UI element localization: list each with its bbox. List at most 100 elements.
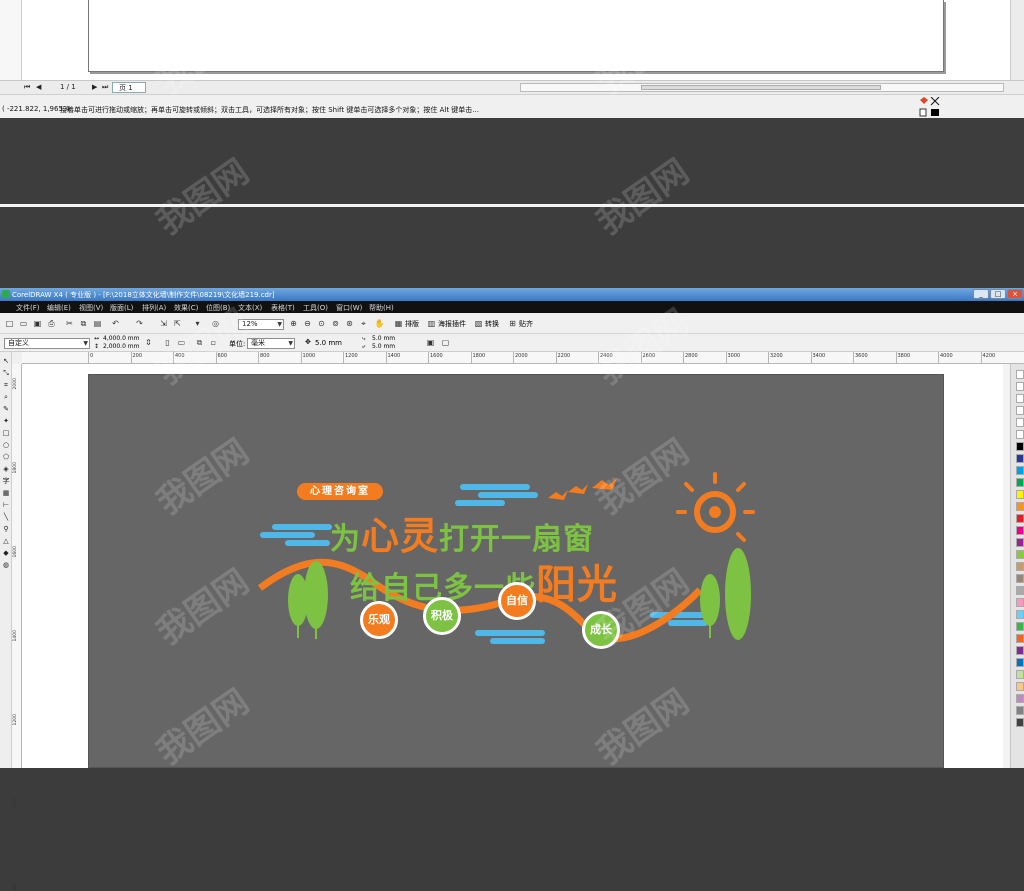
duplicate-x-field[interactable]: 5.0 mm xyxy=(372,335,395,342)
close-button[interactable]: × xyxy=(1007,289,1023,299)
menu-text[interactable]: 文本(X) xyxy=(238,303,262,313)
import-icon[interactable]: ⇲ xyxy=(158,318,169,329)
poster-plugin-icon[interactable]: ▥ xyxy=(426,318,437,329)
menu-tools[interactable]: 工具(O) xyxy=(303,303,328,313)
color-swatch[interactable] xyxy=(1016,502,1024,511)
maximize-button[interactable]: □ xyxy=(990,289,1006,299)
copy-icon[interactable]: ⧉ xyxy=(78,318,89,329)
color-swatch[interactable] xyxy=(1016,514,1024,523)
export-icon[interactable]: ⇱ xyxy=(172,318,183,329)
menu-bitmaps[interactable]: 位图(B) xyxy=(206,303,230,313)
minimize-button[interactable]: _ xyxy=(973,289,989,299)
menu-edit[interactable]: 编辑(E) xyxy=(47,303,71,313)
pick-tool-icon[interactable]: ↖ xyxy=(1,356,11,366)
snap-icon[interactable]: ⊞ xyxy=(507,318,518,329)
zoom-selected-icon[interactable]: ⊙ xyxy=(316,318,327,329)
duplicate-y-field[interactable]: 5.0 mm xyxy=(372,343,395,350)
page-width-field[interactable]: 4,000.0 mm xyxy=(103,335,140,342)
ellipse-tool-icon[interactable]: ○ xyxy=(1,440,11,450)
vertical-scrollbar[interactable] xyxy=(1003,364,1010,768)
color-swatch[interactable] xyxy=(1016,574,1024,583)
color-swatch[interactable] xyxy=(1016,670,1024,679)
scroll-thumb[interactable] xyxy=(641,85,881,90)
width-spinner[interactable]: ⇕ xyxy=(143,337,154,348)
color-swatch[interactable] xyxy=(1016,382,1024,391)
snap-button[interactable]: 贴齐 xyxy=(519,319,533,329)
horizontal-scrollbar[interactable] xyxy=(520,83,1004,92)
next-page-icon[interactable]: ▶ xyxy=(92,83,97,91)
menu-file[interactable]: 文件(F) xyxy=(16,303,40,313)
convert-icon[interactable]: ▧ xyxy=(473,318,484,329)
color-swatch[interactable] xyxy=(1016,586,1024,595)
color-swatch[interactable] xyxy=(1016,526,1024,535)
rectangle-tool-icon[interactable]: □ xyxy=(1,428,11,438)
connector-tool-icon[interactable]: ╲ xyxy=(1,512,11,522)
menu-table[interactable]: 表格(T) xyxy=(271,303,295,313)
color-swatch[interactable] xyxy=(1016,598,1024,607)
page-tab[interactable]: 页 1 xyxy=(112,82,146,93)
eyedropper-tool-icon[interactable]: ⚲ xyxy=(1,524,11,534)
paste-icon[interactable]: ▤ xyxy=(92,318,103,329)
cut-icon[interactable]: ✂ xyxy=(64,318,75,329)
shape-tool-icon[interactable]: ⤡ xyxy=(1,368,11,378)
last-page-icon[interactable]: ⏭ xyxy=(102,83,108,92)
polygon-tool-icon[interactable]: ⬠ xyxy=(1,452,11,462)
app-launcher-icon[interactable]: ▾ xyxy=(192,318,203,329)
pan-icon[interactable]: ✋ xyxy=(374,318,385,329)
print-icon[interactable]: ⎙ xyxy=(46,318,57,329)
menu-arrange[interactable]: 排列(A) xyxy=(142,303,166,313)
portrait-icon[interactable]: ▯ xyxy=(162,337,173,348)
zoom-in-icon[interactable]: ⊕ xyxy=(288,318,299,329)
color-swatch[interactable] xyxy=(1016,682,1024,691)
layout-icon[interactable]: ▦ xyxy=(393,318,404,329)
color-swatch[interactable] xyxy=(1016,694,1024,703)
freehand-tool-icon[interactable]: ✎ xyxy=(1,404,11,414)
text-tool-icon[interactable]: 字 xyxy=(1,476,11,486)
all-pages-icon[interactable]: ⧉ xyxy=(194,337,205,348)
menu-view[interactable]: 视图(V) xyxy=(79,303,103,313)
color-swatch[interactable] xyxy=(1016,478,1024,487)
save-icon[interactable]: ▣ xyxy=(32,318,43,329)
zoom-all-icon[interactable]: ⊚ xyxy=(330,318,341,329)
color-swatch[interactable] xyxy=(1016,634,1024,643)
fill-outline-indicator[interactable] xyxy=(918,96,940,117)
dimension-tool-icon[interactable]: ⊢ xyxy=(1,500,11,510)
new-doc-icon[interactable]: □ xyxy=(4,318,15,329)
vertical-scrollbar[interactable] xyxy=(1010,0,1024,80)
zoom-width-icon[interactable]: ⌖ xyxy=(358,318,369,329)
color-swatch[interactable] xyxy=(1016,718,1024,727)
corel-online-icon[interactable]: ◎ xyxy=(210,318,221,329)
nudge-field[interactable]: 5.0 mm xyxy=(315,339,342,347)
undo-icon[interactable]: ↶ xyxy=(110,318,121,329)
interactive-fill-icon[interactable]: ◍ xyxy=(1,560,11,570)
menu-layout[interactable]: 版面(L) xyxy=(110,303,133,313)
menu-effects[interactable]: 效果(C) xyxy=(174,303,198,313)
page-height-field[interactable]: 2,000.0 mm xyxy=(103,343,140,350)
landscape-icon[interactable]: ▭ xyxy=(176,337,187,348)
unit-select[interactable]: 毫米 ▼ xyxy=(247,338,295,349)
color-swatch[interactable] xyxy=(1016,538,1024,547)
color-swatch[interactable] xyxy=(1016,658,1024,667)
color-swatch[interactable] xyxy=(1016,550,1024,559)
menu-window[interactable]: 窗口(W) xyxy=(336,303,362,313)
color-swatch[interactable] xyxy=(1016,622,1024,631)
current-page-icon[interactable]: ▫ xyxy=(208,337,219,348)
paper-type-select[interactable]: 自定义 ▼ xyxy=(4,338,90,349)
color-swatch[interactable] xyxy=(1016,610,1024,619)
fill-tool-icon[interactable]: ◆ xyxy=(1,548,11,558)
color-swatch[interactable] xyxy=(1016,466,1024,475)
crop-tool-icon[interactable]: ⌗ xyxy=(1,380,11,390)
color-swatch[interactable] xyxy=(1016,418,1024,427)
basic-shapes-icon[interactable]: ◈ xyxy=(1,464,11,474)
color-swatch[interactable] xyxy=(1016,394,1024,403)
options-icon[interactable]: ▢ xyxy=(440,337,451,348)
zoom-out-icon[interactable]: ⊖ xyxy=(302,318,313,329)
treat-as-filled-icon[interactable]: ▣ xyxy=(425,337,436,348)
prev-page-icon[interactable]: ◀ xyxy=(36,83,41,91)
color-swatch[interactable] xyxy=(1016,430,1024,439)
menu-help[interactable]: 帮助(H) xyxy=(369,303,394,313)
convert-button[interactable]: 转换 xyxy=(485,319,499,329)
color-swatch[interactable] xyxy=(1016,442,1024,451)
color-swatch[interactable] xyxy=(1016,646,1024,655)
color-swatch[interactable] xyxy=(1016,490,1024,499)
